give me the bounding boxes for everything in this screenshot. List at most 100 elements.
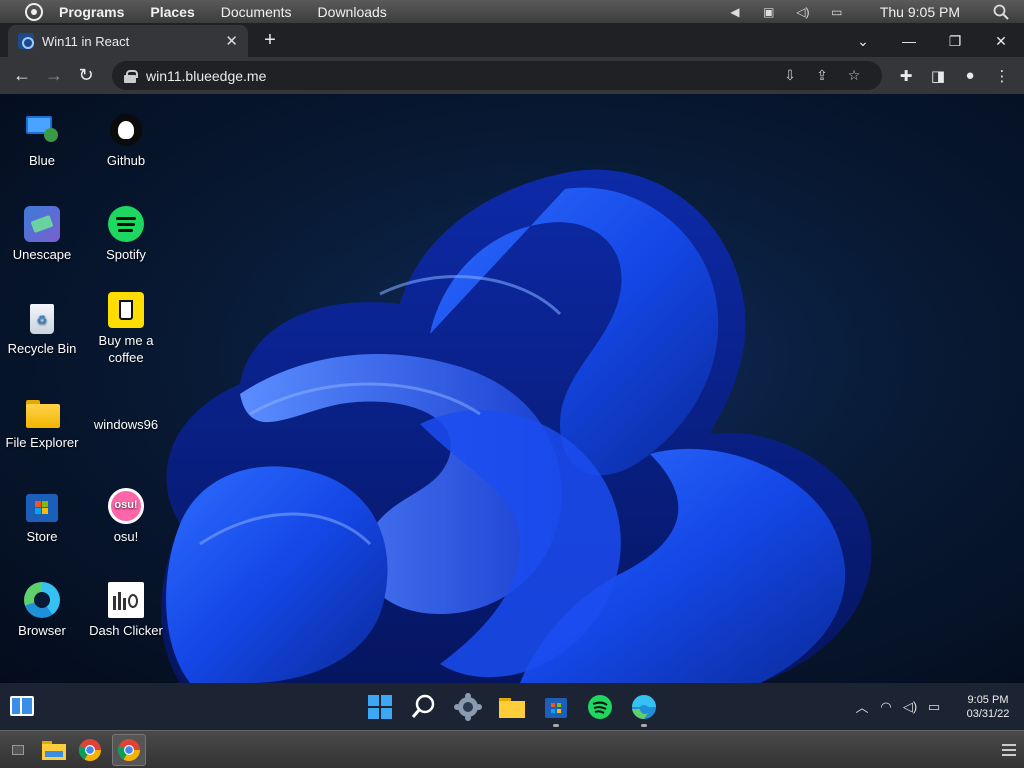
chrome-icon (78, 738, 101, 761)
desktop-icon-dash-clicker[interactable]: Dash Clicker (84, 582, 168, 639)
share-icon[interactable]: ⇪ (806, 67, 838, 84)
desktop-icon-label: windows96 (93, 417, 159, 432)
new-tab-button[interactable]: + (256, 25, 284, 57)
desktop-icon-recycle-bin[interactable]: ♻ Recycle Bin (0, 300, 84, 357)
chrome-icon (117, 738, 140, 761)
desktop-icon-label: Unescape (12, 247, 72, 262)
taskbar-settings-button[interactable] (452, 691, 484, 723)
install-app-icon[interactable]: ⇩ (774, 67, 806, 84)
chrome-window-button[interactable] (112, 733, 146, 766)
taskbar-file-explorer-button[interactable] (496, 691, 528, 723)
files-launcher[interactable] (36, 734, 72, 766)
desktop-icon-label: Dash Clicker (89, 623, 163, 638)
tab-search-chevron-icon[interactable]: ⌄ (840, 33, 886, 50)
menu-downloads[interactable]: Downloads (318, 4, 387, 20)
windows-logo-icon (368, 695, 392, 719)
extensions-puzzle-icon[interactable]: ✚ (890, 67, 922, 85)
github-icon (108, 112, 144, 148)
wifi-icon[interactable]: ◠ (874, 699, 898, 715)
desktop-icon-label: Spotify (106, 247, 146, 262)
profile-icon[interactable]: ● (954, 67, 986, 84)
desktop-icon-label: Store (26, 529, 58, 544)
reload-button[interactable]: ↻ (70, 65, 102, 86)
desktop-icon-browser[interactable]: Browser (0, 582, 84, 639)
forward-button[interactable]: → (38, 65, 70, 86)
display-icon[interactable]: ▭ (828, 4, 846, 20)
coffee-icon (108, 292, 144, 328)
desktop-icon (12, 744, 24, 755)
running-indicator (553, 724, 559, 727)
taskbar-date: 03/31/22 (966, 707, 1010, 720)
panel-menu-icon[interactable] (1002, 741, 1016, 759)
system-top-panel: Programs Places Documents Downloads ◀ ▣ … (0, 0, 1024, 23)
minimize-button[interactable]: — (886, 33, 932, 49)
arrow-left-icon[interactable]: ◀ (726, 4, 744, 20)
browser-menu-icon[interactable]: ⋮ (986, 67, 1018, 85)
search-icon[interactable] (992, 4, 1010, 20)
store-icon (24, 488, 60, 524)
desktop-icon-label: osu! (113, 529, 139, 544)
folder-icon (499, 698, 525, 718)
system-logo-icon[interactable] (25, 2, 43, 21)
desktop-icon-unescape[interactable]: Unescape (0, 206, 84, 263)
running-indicator (641, 724, 647, 727)
desktop-icon-label: File Explorer (5, 435, 79, 450)
desktop-icon-osu[interactable]: osu! osu! (84, 488, 168, 545)
desktop-icon-blue[interactable]: Blue (0, 112, 84, 169)
folder-icon (24, 394, 60, 430)
system-clock[interactable]: Thu 9:05 PM (880, 4, 960, 20)
taskbar-spotify-button[interactable] (584, 691, 616, 723)
back-button[interactable]: ← (6, 65, 38, 86)
desktop-icon-spotify[interactable]: Spotify (84, 206, 168, 263)
desktop-icon-file-explorer[interactable]: File Explorer (0, 394, 84, 451)
recycle-bin-icon: ♻ (24, 300, 60, 336)
desktop-icon-github[interactable]: Github (84, 112, 168, 169)
folder-icon (42, 740, 66, 760)
taskbar-clock[interactable]: 9:05 PM 03/31/22 (952, 693, 1024, 721)
battery-icon[interactable]: ▭ (922, 699, 946, 715)
restore-button[interactable]: ❐ (932, 33, 978, 50)
taskbar-store-button[interactable] (540, 691, 572, 727)
desktop-icon-label: Browser (18, 623, 66, 638)
address-bar[interactable]: win11.blueedge.me ⇩ ⇪ ☆ (112, 61, 882, 90)
browser-tab[interactable]: Win11 in React ✕ (8, 25, 248, 57)
desktop-icon-windows96[interactable]: windows96 (84, 416, 168, 433)
tab-title: Win11 in React (42, 33, 130, 49)
tab-close-icon[interactable]: ✕ (225, 32, 238, 50)
tab-favicon-icon (18, 33, 34, 49)
address-url[interactable]: win11.blueedge.me (146, 68, 774, 84)
unescape-icon (24, 206, 60, 242)
desktop-icon-buy-me-a-coffee[interactable]: Buy me a coffee (84, 292, 168, 366)
lock-icon[interactable] (124, 69, 138, 83)
system-bottom-panel (0, 730, 1024, 768)
close-window-button[interactable]: ✕ (978, 33, 1024, 50)
taskbar-edge-button[interactable] (628, 691, 660, 727)
chrome-launcher[interactable] (72, 734, 108, 766)
spotify-icon (588, 695, 612, 719)
taskbar-search-button[interactable] (408, 691, 440, 723)
win11-taskbar: ︿ ◠ ◁) ▭ 9:05 PM 03/31/22 (0, 683, 1024, 730)
menu-documents[interactable]: Documents (221, 4, 292, 20)
spotify-icon (108, 206, 144, 242)
bookmark-star-icon[interactable]: ☆ (838, 67, 870, 84)
network-icon[interactable]: ▣ (760, 4, 778, 20)
search-icon (411, 694, 435, 718)
desktop-icon-store[interactable]: Store (0, 488, 84, 545)
desktop[interactable]: Blue Unescape ♻ Recycle Bin File Explore… (0, 94, 1024, 683)
user-monitor-icon (24, 112, 60, 148)
desktop-icon-label: Github (106, 153, 146, 168)
show-desktop-button[interactable] (0, 734, 36, 766)
start-button[interactable] (364, 691, 396, 723)
widgets-icon[interactable] (10, 696, 34, 716)
side-panel-icon[interactable]: ◨ (922, 67, 954, 85)
osu-icon: osu! (108, 488, 144, 524)
desktop-icon-label: Buy me a coffee (98, 333, 154, 365)
edge-icon (632, 695, 656, 720)
volume-icon[interactable]: ◁) (898, 699, 922, 715)
volume-icon[interactable]: ◁) (794, 4, 812, 20)
menu-places[interactable]: Places (150, 4, 194, 20)
menu-programs[interactable]: Programs (59, 4, 124, 20)
desktop-icon-label: Blue (28, 153, 56, 168)
tray-chevron-up-icon[interactable]: ︿ (850, 697, 874, 716)
dash-clicker-icon (108, 582, 144, 618)
